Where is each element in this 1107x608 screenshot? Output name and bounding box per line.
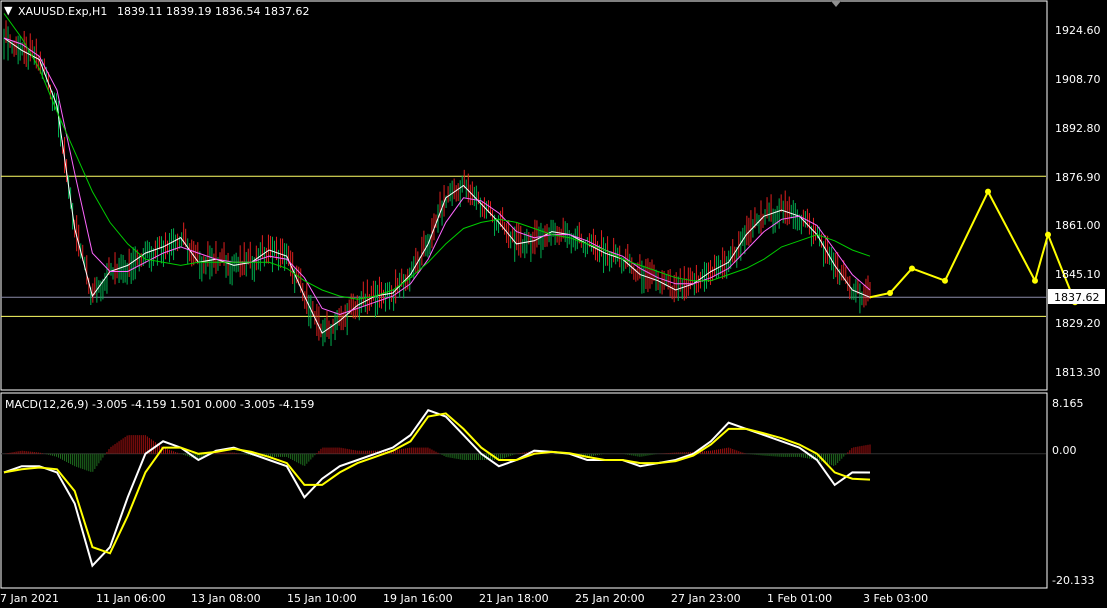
- y-tick-label: 1924.60: [1055, 24, 1101, 37]
- x-tick-label: 27 Jan 23:00: [671, 592, 741, 605]
- moving-average-line: [3, 37, 871, 334]
- scroll-marker-icon[interactable]: [831, 1, 841, 7]
- x-tick-label: 11 Jan 06:00: [96, 592, 166, 605]
- x-tick-label: 7 Jan 2021: [0, 592, 59, 605]
- x-tick-label: 1 Feb 01:00: [767, 592, 832, 605]
- x-tick-label: 15 Jan 10:00: [287, 592, 357, 605]
- macd-y-tick-label: 8.165: [1052, 397, 1084, 410]
- current-price-label: 1837.62: [1054, 291, 1100, 304]
- x-tick-label: 21 Jan 18:00: [479, 592, 549, 605]
- collapse-triangle-icon[interactable]: ▼: [4, 4, 13, 17]
- macd-indicator-label: MACD(12,26,9) -3.005 -4.159 1.501 0.000 …: [5, 398, 314, 411]
- macd-plot: [1, 409, 1046, 568]
- forecast-arrow: [944, 191, 989, 282]
- y-tick-label: 1813.30: [1055, 366, 1101, 379]
- x-tick-label: 19 Jan 16:00: [383, 592, 453, 605]
- macd-main-line: [3, 409, 871, 568]
- y-tick-label: 1829.20: [1055, 317, 1101, 330]
- x-tick-label: 25 Jan 20:00: [575, 592, 645, 605]
- y-tick-label: 1892.80: [1055, 122, 1101, 135]
- price-axis: 1924.60 1908.70 1892.80 1876.90 1861.00 …: [1048, 24, 1105, 379]
- y-tick-label: 1908.70: [1055, 73, 1101, 86]
- y-tick-label: 1861.00: [1055, 219, 1101, 232]
- chart-canvas: ▼ XAUUSD.Exp,H1 1839.11 1839.19 1836.54 …: [0, 0, 1105, 605]
- y-tick-label: 1845.10: [1055, 268, 1101, 281]
- y-tick-label: 1876.90: [1055, 171, 1101, 184]
- price-plot: [1, 13, 1078, 347]
- macd-y-tick-label: -20.133: [1052, 574, 1094, 587]
- forecast-arrow: [987, 191, 1036, 282]
- chart-ohlc-label: 1839.11 1839.19 1836.54 1837.62: [117, 5, 309, 18]
- macd-axis: 8.165 0.00 -20.133: [1052, 397, 1094, 587]
- macd-panel-frame: [0, 392, 1048, 589]
- forecast-arrow: [911, 267, 946, 282]
- chart-symbol-label: XAUUSD.Exp,H1: [18, 5, 107, 18]
- x-tick-label: 13 Jan 08:00: [191, 592, 261, 605]
- forecast-arrow: [889, 267, 913, 294]
- time-axis: 7 Jan 2021 11 Jan 06:00 13 Jan 08:00 15 …: [0, 592, 928, 605]
- macd-y-tick-label: 0.00: [1052, 444, 1077, 457]
- forecast-arrow: [1034, 234, 1049, 282]
- x-tick-label: 3 Feb 03:00: [863, 592, 928, 605]
- price-panel-frame: [0, 0, 1048, 391]
- forecast-arrow: [869, 292, 891, 299]
